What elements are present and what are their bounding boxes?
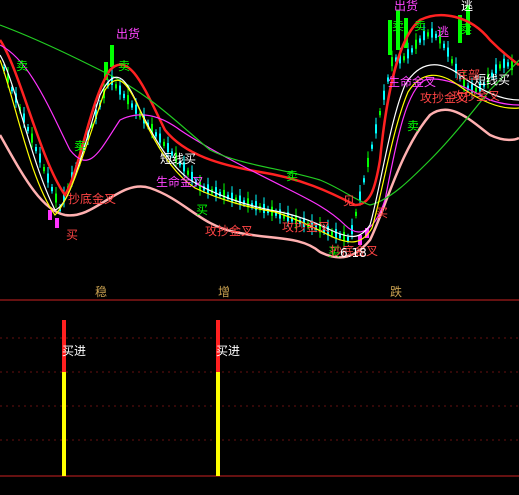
candle-body [391, 57, 393, 67]
candle-body [119, 85, 121, 95]
candle-body [215, 187, 217, 197]
candle-body [419, 38, 421, 43]
candle-body [123, 93, 125, 98]
chart-annotation: 卖 [392, 19, 404, 33]
candle-body [163, 141, 165, 146]
signal-label: 买进 [216, 344, 240, 358]
candle-body [379, 111, 381, 116]
section-labels: 稳增跌 [95, 284, 402, 299]
candle-body [127, 95, 129, 105]
chart-annotation: 买 [376, 206, 388, 220]
candle-body [131, 103, 133, 108]
signal-bar-lower [216, 372, 220, 476]
chart-annotation: 卖 [16, 59, 28, 73]
chart-annotation: 卖 [460, 22, 472, 36]
chart-annotation: 卖 [118, 59, 130, 73]
candle-body [507, 62, 509, 67]
candle-body [55, 218, 59, 228]
indicator-bars: 买进 买进 [62, 320, 240, 476]
section-label: 稳 [95, 284, 107, 299]
candle-body [335, 229, 337, 239]
chart-stage: 出货 出货逃逃卖卖卖卖卖卖卖卖买买买买见抄底金叉 抄底金叉 生命金叉 生命金叉 短线买 短线… [0, 0, 519, 495]
candle-body [451, 59, 453, 64]
ma-line [0, 24, 519, 206]
candle-body [383, 90, 385, 100]
chart-annotation: 卖 [74, 139, 86, 153]
candle-body [111, 75, 113, 85]
section-label: 增 [218, 285, 230, 299]
candle-body [447, 47, 449, 57]
chart-annotation: 逃 [437, 25, 449, 39]
candle-body [415, 39, 417, 49]
candle-body [43, 167, 45, 172]
signal-label: 买进 [62, 344, 86, 358]
candle-body [411, 48, 413, 53]
candle-body [427, 32, 429, 37]
chart-annotation: 买 [66, 228, 78, 242]
chart-annotation: 6.18 [340, 246, 367, 260]
candle-body [48, 210, 52, 220]
chart-annotation: 攻抄金叉 [452, 88, 500, 103]
chart-annotation: 卖 [286, 169, 298, 183]
chart-annotation: 攻抄金叉 [282, 219, 330, 234]
candle-body [51, 187, 53, 192]
chart-annotation: 抄底金叉 [68, 191, 116, 206]
moving-averages [0, 13, 519, 259]
chart-annotation: 出货 [394, 0, 418, 13]
candle-body [167, 143, 169, 153]
candle-body [443, 43, 445, 48]
candle-body [239, 195, 241, 205]
chart-annotation: 卖 [407, 119, 419, 133]
candle-body [35, 147, 37, 152]
candle-body [403, 56, 405, 61]
candle-body [375, 124, 377, 134]
candle-body [363, 178, 365, 183]
candle-body [155, 132, 157, 137]
candle-body [331, 231, 333, 236]
candle-body [39, 153, 41, 163]
candle-body [343, 231, 345, 241]
candle-body [407, 49, 409, 59]
signal-bar-lower [62, 372, 66, 476]
chart-annotation: 短线买 [160, 152, 196, 166]
chart-annotation: 生命金叉 [156, 174, 204, 189]
panel-separators [0, 299, 519, 477]
candle-body [359, 191, 361, 201]
section-label: 跌 [390, 284, 402, 299]
chart-annotation: 见 [343, 194, 355, 208]
candle-body [431, 28, 433, 38]
candle-body [371, 144, 373, 149]
candle-body [499, 64, 501, 69]
candle-body [355, 211, 357, 216]
chart-annotation: 攻抄金叉 [205, 223, 253, 238]
chart-annotation: 逃 [461, 0, 473, 13]
candle-body [159, 133, 161, 143]
chart-svg: 出货出货逃逃卖卖卖卖卖卖卖卖买买 买买见抄底金叉抄底金叉生命金叉生命金叉短线买短线… [0, 0, 519, 477]
candle-body [47, 173, 49, 183]
chart-annotation: 底部 [456, 67, 480, 82]
candle-body [115, 84, 117, 89]
candles [3, 5, 513, 247]
chart-annotation: 出货 [116, 26, 140, 41]
candle-body [223, 189, 225, 199]
candle-body [347, 236, 349, 241]
chart-annotation: 生命金叉 [388, 74, 436, 89]
candle-body [27, 127, 29, 132]
chart-annotation: 买 [196, 203, 208, 217]
candle-body [110, 45, 114, 67]
candle-body [31, 133, 33, 143]
candle-body [135, 104, 137, 114]
candle-body [367, 157, 369, 167]
chart-annotation: 卖 [414, 19, 426, 33]
candle-body [55, 193, 57, 203]
candle-body [503, 58, 505, 68]
